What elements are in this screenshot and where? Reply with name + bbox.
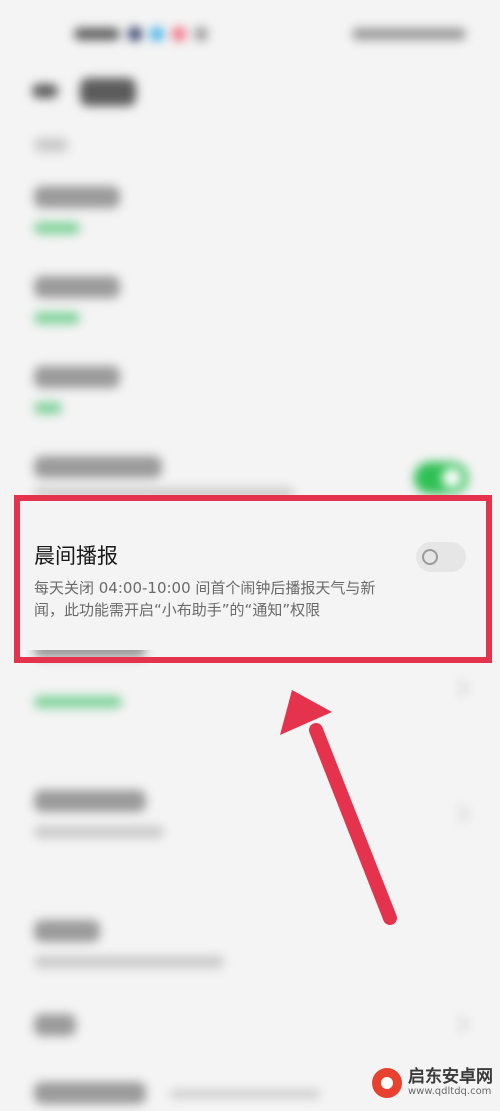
highlight-frame	[14, 495, 492, 663]
watermark-url: www.qdltdq.com	[408, 1086, 492, 1097]
back-arrow-icon[interactable]	[32, 84, 58, 98]
status-app-icon	[128, 27, 142, 41]
status-app-icon	[194, 27, 208, 41]
section-label	[34, 138, 68, 152]
watermark: 启东安卓网 www.qdltdq.com	[372, 1068, 493, 1098]
status-time	[74, 28, 120, 40]
toggle-switch-on[interactable]	[414, 462, 468, 494]
page-title	[80, 78, 136, 106]
watermark-logo-icon	[372, 1068, 402, 1098]
status-app-icon	[172, 27, 186, 41]
status-indicators	[352, 28, 466, 40]
status-app-icon	[150, 27, 164, 41]
watermark-name: 启东安卓网	[408, 1067, 493, 1087]
